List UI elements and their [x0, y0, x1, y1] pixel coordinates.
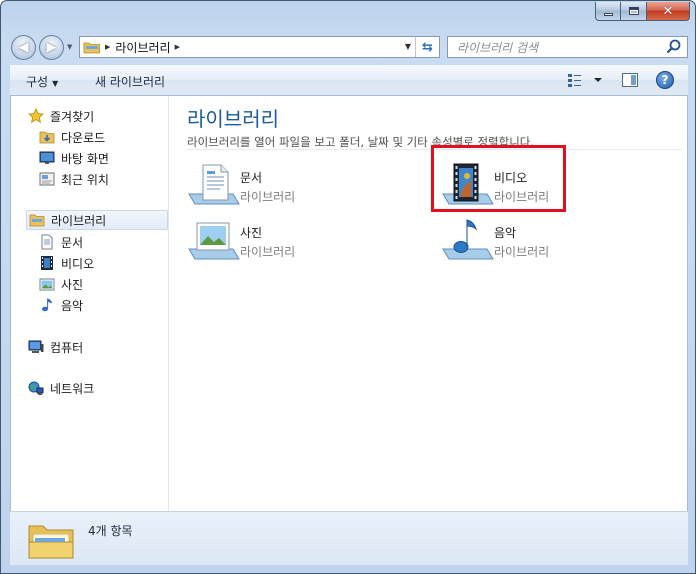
nav-item-label: 비디오 [61, 256, 95, 271]
organize-button[interactable]: 구성 ▼ [26, 73, 58, 90]
breadcrumb-chevron-icon[interactable]: ▶ [105, 43, 110, 51]
library-view: 라이브러리 라이브러리를 열어 파일을 보고 폴더, 날짜 및 기타 속성별로 … [170, 96, 687, 511]
address-bar[interactable]: ▶ 라이브러리 ▶ ▼ ⇆ [79, 36, 440, 58]
forward-button[interactable]: ▶ [39, 35, 64, 60]
search-input[interactable]: 라이브러리 검색 [457, 39, 665, 56]
arrow-right-icon: ▶ [46, 40, 57, 55]
library-type: 라이브러리 [494, 245, 550, 259]
desktop-icon [39, 150, 55, 166]
new-library-button[interactable]: 새 라이브러리 [95, 73, 165, 90]
library-name: 사진 [240, 226, 263, 240]
content-frame: 즐겨찾기 다운로드 바탕 화면 최근 위치 라이브러리 문서 비디오 사진 음악… [10, 96, 688, 511]
nav-favorites[interactable]: 즐겨찾기 [28, 106, 94, 126]
caption-buttons: ✕ [595, 2, 690, 21]
computer-icon [28, 339, 44, 355]
close-icon: ✕ [662, 3, 674, 19]
nav-item-desktop[interactable]: 바탕 화면 [39, 148, 109, 168]
item-count: 4개 항목 [88, 524, 133, 538]
arrow-left-icon: ◀ [18, 40, 29, 55]
command-bar: 구성 ▼ 새 라이브러리 ? [10, 65, 688, 96]
library-type: 라이브러리 [240, 190, 296, 204]
recent-places-icon [39, 171, 55, 187]
minimize-icon [603, 13, 613, 16]
library-item-text: 사진 라이브러리 [240, 224, 295, 260]
search-box[interactable]: 라이브러리 검색 [447, 36, 688, 58]
back-button[interactable]: ◀ [11, 35, 36, 60]
navigation-pane: 즐겨찾기 다운로드 바탕 화면 최근 위치 라이브러리 문서 비디오 사진 음악… [11, 96, 169, 511]
highlight-box [431, 145, 566, 212]
library-name: 문서 [240, 171, 263, 185]
chevron-down-icon: ▼ [52, 79, 59, 88]
library-item-documents[interactable]: 문서 라이브러리 [187, 161, 387, 209]
pictures-library-icon [188, 222, 240, 260]
address-history-dropdown-icon[interactable]: ▼ [405, 42, 411, 51]
nav-network-label: 네트워크 [50, 381, 95, 396]
nav-item-label: 최근 위치 [61, 172, 109, 187]
nav-item-label: 문서 [61, 235, 84, 250]
explorer-window: ✕ ◀ ▶ ▼ ▶ 라이브러리 ▶ ▼ ⇆ 라이브러리 검색 구성 ▼ 새 라이브… [0, 0, 696, 574]
documents-library-icon [188, 164, 240, 205]
network-icon [28, 380, 44, 396]
search-icon[interactable] [665, 38, 683, 56]
video-icon [39, 255, 55, 271]
nav-item-label: 음악 [61, 298, 84, 313]
nav-favorites-label: 즐겨찾기 [50, 109, 95, 124]
maximize-icon [628, 7, 639, 15]
nav-computer-label: 컴퓨터 [50, 340, 84, 355]
maximize-button[interactable] [621, 2, 647, 21]
nav-libraries-label: 라이브러리 [51, 213, 107, 228]
change-view-button[interactable] [567, 72, 603, 88]
minimize-button[interactable] [595, 2, 621, 21]
preview-pane-button[interactable] [622, 73, 638, 87]
close-button[interactable]: ✕ [647, 2, 690, 21]
library-folder-icon [28, 525, 74, 559]
help-button[interactable]: ? [656, 71, 674, 89]
details-pane: 4개 항목 [10, 511, 688, 565]
refresh-icon: ⇆ [422, 39, 433, 55]
nav-network[interactable]: 네트워크 [28, 378, 94, 398]
breadcrumb-chevron-icon[interactable]: ▶ [175, 43, 180, 51]
star-icon [28, 108, 44, 124]
breadcrumb-libraries[interactable]: 라이브러리 [115, 39, 170, 56]
downloads-folder-icon [39, 129, 55, 145]
library-name: 음악 [494, 226, 517, 240]
library-header: 라이브러리 라이브러리를 열어 파일을 보고 폴더, 날짜 및 기타 속성별로 … [187, 103, 534, 150]
documents-icon [39, 234, 55, 250]
nav-item-label: 사진 [61, 277, 84, 292]
nav-item-downloads[interactable]: 다운로드 [39, 127, 105, 147]
nav-item-pictures[interactable]: 사진 [39, 274, 83, 294]
pictures-icon [39, 276, 55, 292]
nav-item-label: 바탕 화면 [61, 151, 109, 166]
refresh-button[interactable]: ⇆ [415, 37, 439, 57]
nav-item-documents[interactable]: 문서 [39, 232, 83, 252]
library-item-pictures[interactable]: 사진 라이브러리 [187, 216, 387, 264]
nav-item-videos[interactable]: 비디오 [39, 253, 94, 273]
help-icon: ? [661, 73, 669, 87]
nav-item-recent-places[interactable]: 최근 위치 [39, 169, 109, 189]
nav-libraries[interactable]: 라이브러리 [26, 210, 168, 230]
library-item-music[interactable]: 음악 라이브러리 [441, 216, 641, 264]
music-icon [39, 297, 55, 313]
library-item-text: 음악 라이브러리 [494, 224, 549, 260]
library-type: 라이브러리 [240, 245, 296, 259]
organize-label: 구성 [26, 75, 49, 89]
nav-item-label: 다운로드 [61, 130, 106, 145]
recent-pages-dropdown[interactable]: ▼ [67, 43, 72, 51]
library-folder-icon [29, 212, 45, 228]
nav-item-music[interactable]: 음악 [39, 295, 83, 315]
library-item-text: 문서 라이브러리 [240, 169, 295, 205]
library-folder-icon [83, 42, 100, 54]
nav-computer[interactable]: 컴퓨터 [28, 337, 83, 357]
page-title: 라이브러리 [187, 107, 279, 131]
music-library-icon [442, 219, 494, 260]
